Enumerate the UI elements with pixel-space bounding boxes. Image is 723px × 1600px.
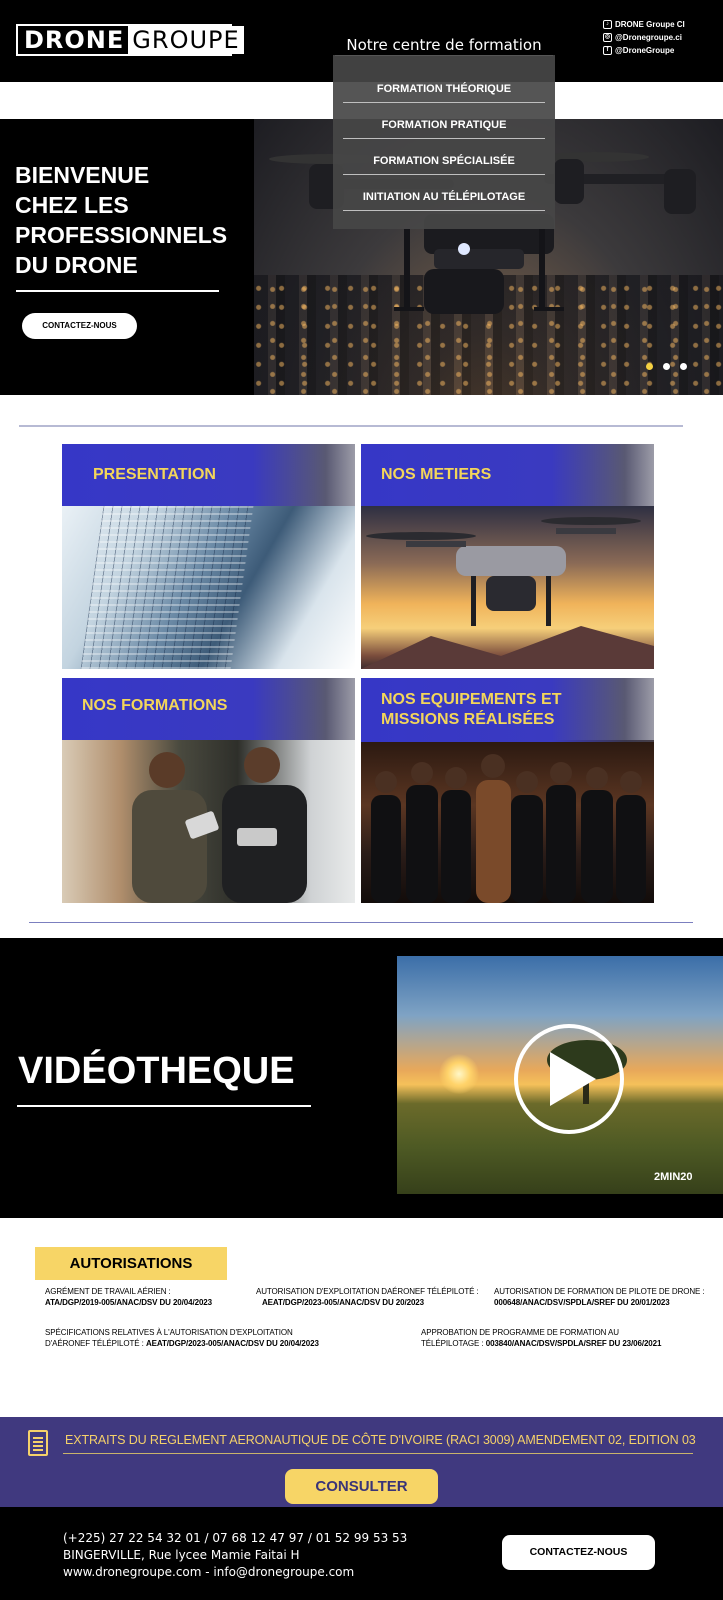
authorization-item: AUTORISATION DE FORMATION DE PILOTE DE D…: [494, 1286, 722, 1308]
hero-title: BIENVENUE CHEZ LES PROFESSIONNELS DU DRO…: [15, 160, 255, 280]
authorization-label: AUTORISATION DE FORMATION DE PILOTE DE D…: [494, 1287, 705, 1296]
authorization-label-2: TÉLÉPILOTAGE :: [421, 1339, 484, 1348]
carousel-dot-2[interactable]: [663, 363, 670, 370]
hero-divider: [16, 290, 219, 292]
consult-button[interactable]: CONSULTER: [285, 1469, 438, 1504]
logo[interactable]: DRONE GROUPE: [16, 24, 244, 56]
authorizations-title: AUTORISATIONS: [35, 1247, 227, 1280]
authorization-value: AEAT/DGP/2023-005/ANAC/DSV DU 20/2023: [262, 1298, 424, 1307]
authorization-value: 003840/ANAC/DSV/SPDLA/SREF DU 23/06/2021: [485, 1339, 662, 1348]
logo-part2: GROUPE: [128, 26, 244, 54]
footer-contact-info: (+225) 27 22 54 32 01 / 07 68 12 47 97 /…: [63, 1530, 407, 1581]
training-dropdown-menu: FORMATION THÉORIQUE FORMATION PRATIQUE F…: [333, 55, 555, 229]
authorization-item: APPROBATION DE PROGRAMME DE FORMATION AU…: [421, 1327, 721, 1349]
authorization-label: AUTORISATION D'EXPLOITATION DAÉRONEF TÉL…: [256, 1287, 479, 1296]
authorization-label-2: D'AÉRONEF TÉLÉPILOTÉ :: [45, 1339, 144, 1348]
drone-illustration: [361, 517, 654, 669]
social-link-instagram[interactable]: ◎ @Dronegroupe.ci: [603, 31, 721, 43]
play-icon: [550, 1052, 596, 1106]
hero-contact-button[interactable]: CONTACTEZ-NOUS: [22, 313, 137, 339]
drone-sunset-image: [361, 506, 654, 669]
team-image: [361, 740, 654, 903]
hero-title-line: BIENVENUE: [15, 162, 150, 188]
tile-label-line: NOS EQUIPEMENTS ET: [381, 691, 562, 708]
building-image: [62, 506, 355, 669]
nav-training-center[interactable]: Notre centre de formation: [335, 36, 553, 54]
section-divider: [19, 425, 683, 427]
tile-label: PRESENTATION: [93, 466, 216, 483]
video-title: VIDÉOTHEQUE: [18, 1050, 295, 1092]
social-links: ♪ DRONE Groupe CI ◎ @Dronegroupe.ci f @D…: [603, 18, 721, 57]
facebook-icon: f: [603, 45, 612, 55]
menu-item-practical[interactable]: FORMATION PRATIQUE: [343, 111, 545, 139]
video-divider: [17, 1105, 311, 1107]
hero-title-line: CHEZ LES: [15, 192, 129, 218]
video-duration: 2MIN20: [654, 1171, 693, 1183]
instagram-icon: ◎: [603, 32, 612, 42]
authorization-label: AGRÉMENT DE TRAVAIL AÉRIEN :: [45, 1287, 171, 1296]
authorization-value: AEAT/DGP/2023-005/ANAC/DSV DU 20/04/2023: [146, 1339, 319, 1348]
tile-nos-formations[interactable]: NOS FORMATIONS: [62, 678, 355, 903]
regulation-underline: [63, 1453, 693, 1454]
social-link-facebook[interactable]: f @DroneGroupe: [603, 44, 721, 56]
tile-nos-equipements[interactable]: NOS EQUIPEMENTS ET MISSIONS RÉALISÉES: [361, 678, 654, 903]
regulation-link[interactable]: EXTRAITS DU REGLEMENT AERONAUTIQUE DE CÔ…: [65, 1433, 696, 1447]
people-illustration: [132, 747, 307, 903]
footer-phones: (+225) 27 22 54 32 01 / 07 68 12 47 97 /…: [63, 1531, 408, 1545]
tile-label: NOS EQUIPEMENTS ET MISSIONS RÉALISÉES: [381, 690, 561, 730]
social-label: @DroneGroupe: [615, 45, 675, 55]
footer-web[interactable]: www.dronegroupe.com - info@dronegroupe.c…: [63, 1564, 407, 1581]
social-link-tiktok[interactable]: ♪ DRONE Groupe CI: [603, 18, 721, 30]
hero-title-line: PROFESSIONNELS: [15, 222, 228, 248]
authorization-value: ATA/DGP/2019-005/ANAC/DSV DU 20/04/2023: [45, 1298, 212, 1307]
authorization-value: 000648/ANAC/DSV/SPDLA/SREF DU 20/01/2023: [494, 1298, 670, 1307]
document-icon: [28, 1430, 48, 1456]
authorization-item: AGRÉMENT DE TRAVAIL AÉRIEN : ATA/DGP/201…: [45, 1286, 245, 1308]
carousel-dots: [646, 363, 687, 370]
footer-contact-button[interactable]: CONTACTEZ-NOUS: [502, 1535, 655, 1570]
logo-part1: DRONE: [18, 26, 129, 54]
menu-item-theoretical[interactable]: FORMATION THÉORIQUE: [343, 75, 545, 103]
social-label: DRONE Groupe CI: [615, 19, 685, 29]
social-label: @Dronegroupe.ci: [615, 32, 682, 42]
carousel-dot-1[interactable]: [646, 363, 653, 370]
authorization-item: SPÉCIFICATIONS RELATIVES À L'AUTORISATIO…: [45, 1327, 385, 1349]
tile-nos-metiers[interactable]: NOS METIERS: [361, 444, 654, 669]
sun-shape: [439, 1054, 479, 1094]
section-divider: [29, 922, 693, 923]
tile-label-line: MISSIONS RÉALISÉES: [381, 711, 555, 728]
authorization-label: SPÉCIFICATIONS RELATIVES À L'AUTORISATIO…: [45, 1328, 293, 1337]
hero-title-line: DU DRONE: [15, 252, 138, 278]
team-illustration: [371, 754, 646, 903]
tile-presentation[interactable]: PRESENTATION: [62, 444, 355, 669]
menu-item-initiation[interactable]: INITIATION AU TÉLÉPILOTAGE: [343, 183, 545, 211]
tile-label: NOS FORMATIONS: [82, 697, 228, 714]
authorization-item: AUTORISATION D'EXPLOITATION DAÉRONEF TÉL…: [256, 1286, 481, 1308]
tile-label: NOS METIERS: [381, 466, 492, 483]
footer-address: BINGERVILLE, Rue lycee Mamie Faitai H: [63, 1548, 300, 1562]
training-people-image: [62, 740, 355, 903]
menu-item-specialized[interactable]: FORMATION SPÉCIALISÉE: [343, 147, 545, 175]
authorization-label: APPROBATION DE PROGRAMME DE FORMATION AU: [421, 1328, 619, 1337]
carousel-dot-3[interactable]: [680, 363, 687, 370]
tiktok-icon: ♪: [603, 19, 612, 29]
